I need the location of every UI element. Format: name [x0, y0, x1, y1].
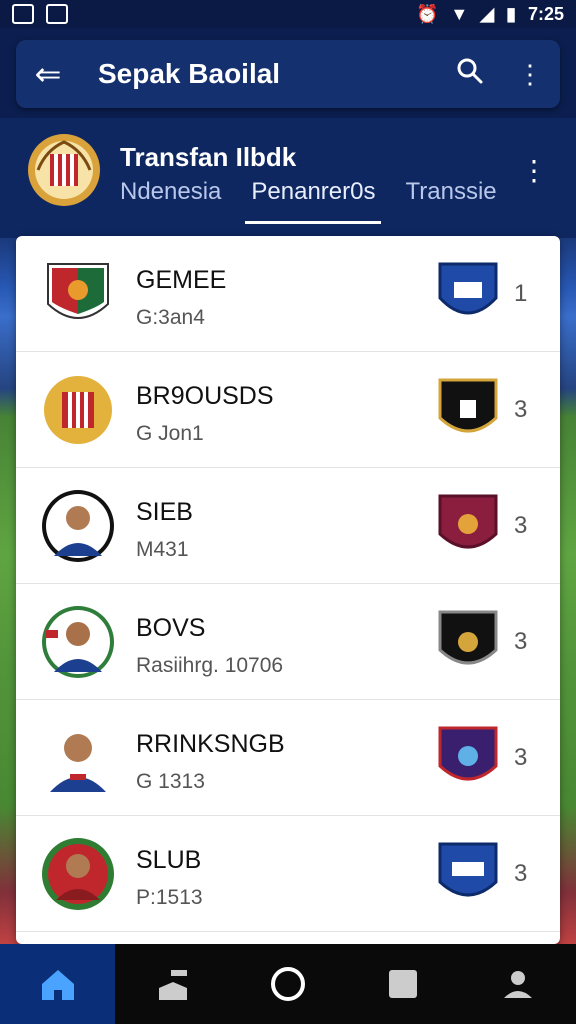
- signal-icon: ◢: [480, 3, 495, 24]
- club-badge-icon: [438, 726, 498, 781]
- alarm-icon: ⏰: [415, 3, 439, 24]
- club-crest-icon: [44, 376, 112, 444]
- row-number: 1: [514, 280, 528, 307]
- nav-home[interactable]: [0, 944, 116, 1024]
- list-item[interactable]: BOVS Rasiihrg. 10706 3: [16, 584, 560, 700]
- list-item[interactable]: RRINKSNGB G 1313 3: [16, 700, 560, 816]
- more-vert-icon[interactable]: ⋮: [500, 59, 560, 90]
- avatar: [42, 838, 114, 910]
- player-detail: G:3an4: [136, 306, 205, 329]
- player-detail: G 1313: [136, 770, 205, 793]
- profile-icon: [504, 971, 533, 998]
- status-bar: ⏰ ▼ ◢ ▮ 7:25: [0, 0, 576, 28]
- header-tabs: Ndenesia Penanrer0s Transsie: [120, 178, 497, 224]
- stadium-icon: [158, 970, 187, 1000]
- club-header: Transfan Ilbdk Ndenesia Penanrer0s Trans…: [0, 118, 576, 238]
- club-badge-icon: [438, 610, 498, 665]
- list-item[interactable]: GEMEE G:3an4 1: [16, 236, 560, 352]
- nav-circle[interactable]: [230, 944, 345, 1024]
- tab-indonesia[interactable]: Ndenesia: [120, 178, 221, 224]
- nav-profile[interactable]: [461, 944, 576, 1024]
- nav-stadium[interactable]: [115, 944, 230, 1024]
- list-item[interactable]: SIEB M431 3: [16, 468, 560, 584]
- list-item[interactable]: BR9OUSDS G Jon1 3: [16, 352, 560, 468]
- more-vert-icon[interactable]: ⋮: [520, 154, 548, 187]
- player-name: BR9OUSDS: [136, 382, 274, 410]
- row-number: 3: [514, 744, 528, 771]
- avatar: [50, 734, 106, 792]
- player-name: SLUB: [136, 846, 202, 874]
- player-detail: G Jon1: [136, 422, 204, 445]
- club-badge-icon: [438, 378, 498, 433]
- player-name: SIEB: [136, 498, 193, 526]
- app-bar: ⇐ Sepak Baoilal ⋮: [16, 40, 560, 108]
- app-title: Sepak Baoilal: [98, 58, 281, 89]
- notification-icon: [12, 4, 34, 24]
- tab-transfers[interactable]: Transsie: [405, 178, 496, 224]
- nav-square[interactable]: [346, 944, 461, 1024]
- club-badge-icon: [438, 842, 498, 897]
- wifi-icon: ▼: [450, 3, 469, 24]
- clock: 7:25: [527, 3, 564, 24]
- row-number: 3: [514, 628, 528, 655]
- club-badge-icon: [438, 494, 498, 549]
- battery-icon: ▮: [506, 3, 516, 24]
- notification-icon: [46, 4, 68, 24]
- search-icon[interactable]: [440, 57, 500, 92]
- row-number: 3: [514, 396, 528, 423]
- tab-players[interactable]: Penanrer0s: [245, 178, 382, 224]
- square-icon: [389, 970, 418, 998]
- club-crest-icon: [47, 263, 109, 319]
- home-icon: [41, 970, 74, 1000]
- avatar: [42, 490, 114, 562]
- player-name: RRINKSNGB: [136, 730, 285, 758]
- player-detail: M431: [136, 538, 189, 561]
- header-title: Transfan Ilbdk: [120, 142, 297, 172]
- player-name: GEMEE: [136, 266, 227, 294]
- bottom-nav: [0, 944, 576, 1024]
- player-detail: Rasiihrg. 10706: [136, 654, 284, 677]
- player-detail: P:1513: [136, 886, 203, 909]
- player-name: BOVS: [136, 614, 206, 642]
- list-item[interactable]: SLUB P:1513 3: [16, 816, 560, 932]
- arrow-left-icon[interactable]: ⇐: [16, 55, 80, 93]
- club-crest-icon: [28, 134, 100, 206]
- club-badge-icon: [438, 262, 498, 315]
- row-number: 3: [514, 512, 528, 539]
- row-number: 3: [514, 860, 528, 887]
- avatar: [42, 606, 114, 678]
- transfer-list: GEMEE G:3an4 1 BR9OUSDS G Jon1 3 SIEB M4…: [16, 236, 560, 944]
- circle-icon: [271, 967, 305, 1001]
